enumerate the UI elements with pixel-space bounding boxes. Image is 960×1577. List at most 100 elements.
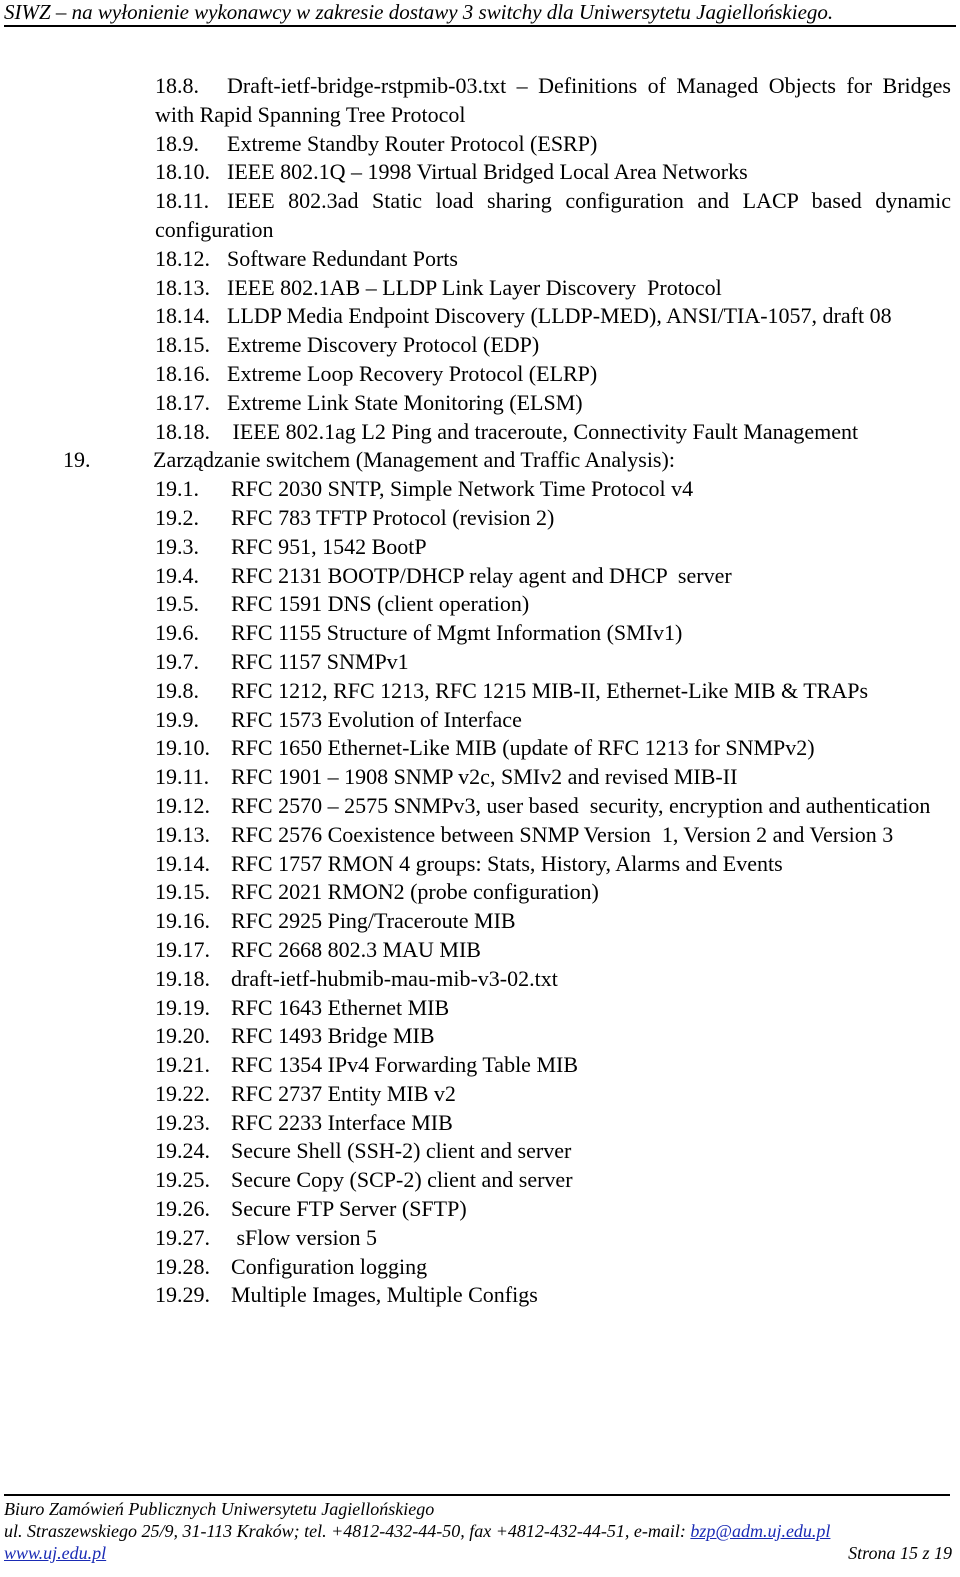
list-item: 18.18. IEEE 802.1ag L2 Ping and tracerou…: [155, 418, 951, 447]
item-text: draft-ietf-hubmib-mau-mib-v3-02.txt: [231, 965, 558, 991]
list-item: 18.14. LLDP Media Endpoint Discovery (LLD…: [155, 302, 951, 331]
item-number: 19.7.: [155, 648, 199, 674]
item-text: RFC 1591 DNS (client operation): [231, 591, 530, 617]
item-text: RFC 783 TFTP Protocol (revision 2): [231, 504, 555, 530]
item-number: 18.14.: [155, 303, 210, 329]
section-18-list: 18.8. Draft-ietf-bridge-rstpmib-03.txt – …: [0, 72, 960, 446]
page-number: Strona 15 z 19: [848, 1543, 952, 1563]
item-number: 19.28.: [155, 1253, 210, 1279]
item-text: RFC 1155 Structure of Mgmt Information (…: [231, 620, 683, 646]
item-number: 19.5.: [155, 591, 199, 617]
item-number: 18.13.: [155, 274, 210, 300]
section-19-list: 19.1. RFC 2030 SNTP, Simple Network Time …: [0, 475, 960, 1310]
item-text: RFC 951, 1542 BootP: [231, 533, 427, 559]
list-item: 19.7. RFC 1157 SNMPv1: [155, 648, 951, 677]
item-number: 19.10.: [155, 735, 210, 761]
item-text: RFC 2737 Entity MIB v2: [231, 1080, 456, 1106]
item-number: 19.15.: [155, 879, 210, 905]
item-text: RFC 2925 Ping/Traceroute MIB: [231, 908, 516, 934]
page-footer: Biuro Zamówień Publicznych Uniwersytetu …: [4, 1494, 952, 1564]
item-number: 19.6.: [155, 620, 199, 646]
list-item: 19.21. RFC 1354 IPv4 Forwarding Table MIB: [155, 1051, 951, 1080]
item-text: RFC 2233 Interface MIB: [231, 1109, 453, 1135]
website-link[interactable]: www.uj.edu.pl: [4, 1543, 106, 1563]
item-number: 19.22.: [155, 1080, 210, 1106]
item-text: RFC 2030 SNTP, Simple Network Time Proto…: [231, 476, 694, 502]
list-item: 18.11. IEEE 802.3ad Static load sharing c…: [155, 187, 951, 245]
item-number: 19.11.: [155, 764, 210, 790]
item-number: 18.10.: [155, 159, 210, 185]
list-item: 19.15. RFC 2021 RMON2 (probe configuratio…: [155, 878, 951, 907]
item-text: RFC 1901 – 1908 SNMP v2c, SMIv2 and revi…: [231, 764, 738, 790]
item-number: 18.17.: [155, 389, 210, 415]
item-number: 19.13.: [155, 821, 210, 847]
item-number: 19.1.: [155, 476, 199, 502]
item-text: RFC 1757 RMON 4 groups: Stats, History, …: [231, 850, 783, 876]
item-text: RFC 1212, RFC 1213, RFC 1215 MIB-II, Eth…: [231, 677, 869, 703]
list-item: 18.13. IEEE 802.1AB – LLDP Link Layer Dis…: [155, 274, 951, 303]
item-text: Extreme Discovery Protocol (EDP): [227, 332, 540, 358]
footer-bottom-line: www.uj.edu.pl Strona 15 z 19: [4, 1542, 952, 1564]
section-number: 19.: [63, 447, 91, 473]
item-text: Secure FTP Server (SFTP): [231, 1196, 467, 1222]
item-text: Software Redundant Ports: [227, 245, 458, 271]
item-text: Secure Shell (SSH-2) client and server: [231, 1138, 572, 1164]
item-text: LLDP Media Endpoint Discovery (LLDP-MED)…: [227, 303, 892, 329]
item-text: RFC 1157 SNMPv1: [231, 648, 409, 674]
footer-address: ul. Straszewskiego 25/9, 31-113 Kraków; …: [4, 1521, 691, 1541]
list-item: 19.20. RFC 1493 Bridge MIB: [155, 1022, 951, 1051]
item-number: 18.11.: [155, 188, 210, 214]
section-19-heading: 19. Zarządzanie switchem (Management and …: [63, 446, 960, 475]
item-number: 19.9.: [155, 706, 199, 732]
item-number: 19.18.: [155, 965, 210, 991]
item-number: 18.15.: [155, 332, 210, 358]
document-body: 18.8. Draft-ietf-bridge-rstpmib-03.txt – …: [0, 72, 960, 1310]
item-number: 18.8.: [155, 73, 199, 98]
item-number: 19.8.: [155, 677, 199, 703]
list-item: 18.16. Extreme Loop Recovery Protocol (EL…: [155, 360, 951, 389]
item-text: RFC 1573 Evolution of Interface: [231, 706, 522, 732]
list-item: 19.28. Configuration logging: [155, 1253, 951, 1282]
item-number: 19.25.: [155, 1167, 210, 1193]
item-text: RFC 1493 Bridge MIB: [231, 1023, 435, 1049]
item-number: 19.4.: [155, 562, 199, 588]
list-item: 19.22. RFC 2737 Entity MIB v2: [155, 1080, 951, 1109]
item-number: 19.16.: [155, 908, 210, 934]
footer-address-line: ul. Straszewskiego 25/9, 31-113 Kraków; …: [4, 1520, 950, 1542]
item-number: 18.16.: [155, 360, 210, 386]
list-item: 19.4. RFC 2131 BOOTP/DHCP relay agent and…: [155, 562, 951, 591]
list-item: 19.2. RFC 783 TFTP Protocol (revision 2): [155, 504, 951, 533]
list-item: 19.27. sFlow version 5: [155, 1224, 951, 1253]
item-number: 19.21.: [155, 1052, 210, 1078]
list-item: 19.3. RFC 951, 1542 BootP: [155, 533, 951, 562]
item-text: RFC 1650 Ethernet-Like MIB (update of RF…: [231, 735, 815, 761]
list-item: 19.26. Secure FTP Server (SFTP): [155, 1195, 951, 1224]
item-text: Extreme Loop Recovery Protocol (ELRP): [227, 360, 598, 386]
list-item: 19.16. RFC 2925 Ping/Traceroute MIB: [155, 907, 951, 936]
header-title: SIWZ – na wyłonienie wykonawcy w zakresi…: [4, 0, 834, 24]
list-item: 18.12. Software Redundant Ports: [155, 245, 951, 274]
list-item: 19.23. RFC 2233 Interface MIB: [155, 1109, 951, 1138]
item-text: sFlow version 5: [231, 1224, 378, 1250]
list-item: 18.15. Extreme Discovery Protocol (EDP): [155, 331, 951, 360]
item-text: IEEE 802.1Q – 1998 Virtual Bridged Local…: [227, 159, 748, 185]
item-number: 19.20.: [155, 1023, 210, 1049]
list-item: 18.9. Extreme Standby Router Protocol (ES…: [155, 130, 951, 159]
item-number: 19.12.: [155, 792, 210, 818]
list-item: 19.1. RFC 2030 SNTP, Simple Network Time …: [155, 475, 951, 504]
item-text: Multiple Images, Multiple Configs: [231, 1282, 538, 1308]
item-text: Draft-ietf-bridge-rstpmib-03.txt – Defin…: [155, 73, 957, 127]
list-item: 19.11. RFC 1901 – 1908 SNMP v2c, SMIv2 an…: [155, 763, 951, 792]
item-text: RFC 2570 – 2575 SNMPv3, user based secur…: [231, 792, 931, 818]
list-item: 19.24. Secure Shell (SSH-2) client and se…: [155, 1137, 951, 1166]
item-number: 19.24.: [155, 1138, 210, 1164]
email-link[interactable]: bzp@adm.uj.edu.pl: [690, 1521, 830, 1541]
footer-org: Biuro Zamówień Publicznych Uniwersytetu …: [4, 1499, 435, 1519]
item-number: 19.27.: [155, 1224, 210, 1250]
item-text: Extreme Standby Router Protocol (ESRP): [227, 130, 598, 156]
list-item: 18.17. Extreme Link State Monitoring (ELS…: [155, 389, 951, 418]
item-number: 19.26.: [155, 1196, 210, 1222]
list-item: 19.12. RFC 2570 – 2575 SNMPv3, user based…: [155, 792, 951, 821]
item-number: 19.2.: [155, 504, 199, 530]
item-text: RFC 2131 BOOTP/DHCP relay agent and DHCP…: [231, 562, 732, 588]
